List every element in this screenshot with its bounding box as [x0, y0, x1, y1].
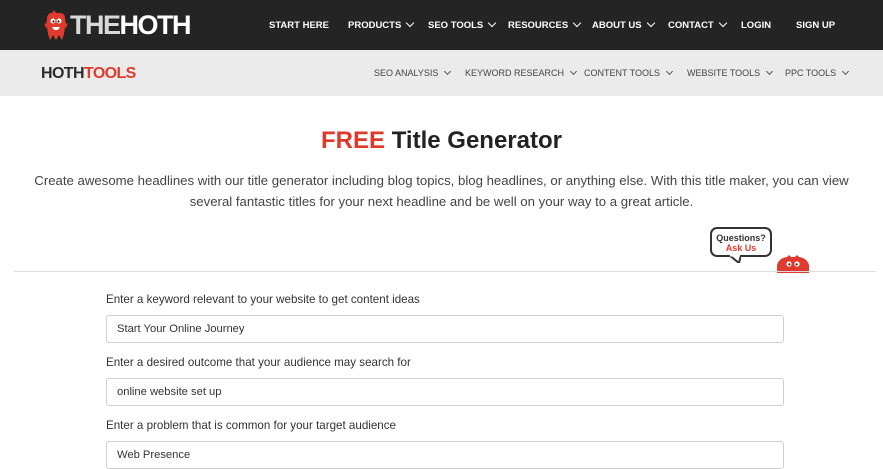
subnav-label: SEO ANALYSIS	[374, 68, 439, 78]
subnav-label: CONTENT TOOLS	[584, 68, 661, 78]
nav-label: LOGIN	[741, 19, 772, 31]
subnav-ppc-tools[interactable]: PPC TOOLS	[785, 50, 850, 96]
chevron-down-icon	[444, 67, 452, 75]
nav-about-us[interactable]: ABOUT US	[592, 0, 655, 50]
tools-logo-tools: TOOLS	[83, 65, 136, 82]
chevron-down-icon	[665, 67, 674, 75]
outcome-input[interactable]	[106, 378, 784, 406]
chevron-down-icon	[488, 18, 497, 28]
help-speech-bubble: Questions? Ask Us	[710, 227, 772, 257]
subnav-content-tools[interactable]: CONTENT TOOLS	[584, 50, 674, 96]
chevron-down-icon	[646, 18, 655, 28]
page-title: FREE Title Generator	[0, 127, 883, 155]
nav-label: SIGN UP	[796, 19, 836, 31]
chevron-down-icon	[569, 67, 578, 75]
nav-label: CONTACT	[668, 19, 714, 31]
nav-products[interactable]: PRODUCTS	[348, 0, 415, 50]
hothtools-logo[interactable]: HOTHTOOLS	[41, 64, 136, 84]
subnav-label: WEBSITE TOOLS	[687, 68, 761, 78]
help-line-1: Questions?	[716, 233, 766, 243]
outcome-label: Enter a desired outcome that your audien…	[106, 356, 411, 369]
subnav-website-tools[interactable]: WEBSITE TOOLS	[687, 50, 774, 96]
chevron-down-icon	[406, 18, 415, 28]
logo-hoth: HOTH	[119, 10, 192, 40]
logo-wordmark: THEHOTH	[70, 9, 192, 41]
subnav-seo-analysis[interactable]: SEO ANALYSIS	[374, 50, 452, 96]
nav-contact[interactable]: CONTACT	[668, 0, 727, 50]
tools-logo-hoth: HOTH	[41, 65, 85, 82]
nav-resources[interactable]: RESOURCES	[508, 0, 582, 50]
subnav-label: PPC TOOLS	[785, 68, 837, 78]
keyword-input[interactable]	[106, 315, 784, 343]
title-text: Title Generator	[385, 127, 562, 154]
nav-seo-tools[interactable]: SEO TOOLS	[428, 0, 497, 50]
section-divider	[14, 271, 876, 272]
red-monster-mascot-icon	[44, 10, 68, 40]
title-free-highlight: FREE	[321, 127, 386, 154]
chevron-down-icon	[718, 18, 727, 28]
nav-label: RESOURCES	[508, 19, 569, 31]
questions-help-widget[interactable]: Questions? Ask Us	[709, 227, 811, 273]
top-nav-bar: THEHOTH START HERE PRODUCTS SEO TOOLS RE…	[0, 0, 883, 50]
logo-the: THE	[70, 10, 121, 40]
thehoth-logo[interactable]: THEHOTH	[44, 9, 192, 41]
problem-label: Enter a problem that is common for your …	[106, 419, 396, 432]
nav-start-here[interactable]: START HERE	[269, 0, 329, 50]
nav-login[interactable]: LOGIN	[741, 0, 771, 50]
subnav-keyword-research[interactable]: KEYWORD RESEARCH	[465, 50, 578, 96]
chevron-down-icon	[766, 67, 774, 75]
keyword-label: Enter a keyword relevant to your website…	[106, 293, 420, 306]
chevron-down-icon	[842, 67, 850, 75]
problem-input[interactable]	[106, 441, 784, 469]
nav-label: ABOUT US	[592, 19, 642, 31]
nav-label: PRODUCTS	[348, 19, 402, 31]
bubble-tail-icon	[729, 255, 741, 263]
nav-sign-up[interactable]: SIGN UP	[796, 0, 835, 50]
help-line-2: Ask Us	[725, 243, 757, 253]
chevron-down-icon	[572, 18, 582, 28]
nav-label: START HERE	[269, 19, 329, 31]
nav-label: SEO TOOLS	[428, 19, 484, 31]
intro-paragraph: Create awesome headlines with our title …	[34, 173, 849, 209]
subnav-label: KEYWORD RESEARCH	[465, 68, 565, 78]
